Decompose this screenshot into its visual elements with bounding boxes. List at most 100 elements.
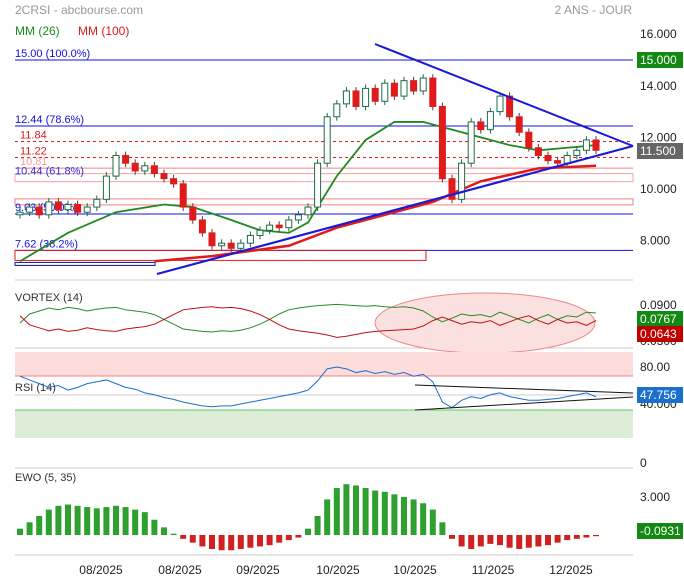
y-tick-label: 16.000 bbox=[640, 27, 677, 41]
ewo-bar bbox=[45, 509, 52, 535]
ewo-bar bbox=[420, 503, 427, 535]
ewo-bar bbox=[314, 515, 321, 535]
ewo-bar bbox=[458, 535, 465, 547]
candle-body bbox=[515, 116, 523, 133]
chart-container: 2CRSI - abcbourse.com 2 ANS - JOUR MM (2… bbox=[0, 0, 684, 580]
high-badge: 15.000 bbox=[640, 53, 677, 67]
ewo-bar bbox=[228, 535, 235, 551]
ewo-bar bbox=[545, 535, 551, 546]
candle-body bbox=[294, 214, 302, 221]
ewo-bar bbox=[353, 485, 359, 535]
ewo-bar bbox=[180, 535, 187, 539]
ewo-bar bbox=[305, 528, 311, 535]
y-tick-label: 14.000 bbox=[640, 79, 677, 93]
candle-body bbox=[16, 211, 24, 216]
candle-body bbox=[141, 165, 149, 172]
legend-ma100: MM (100) bbox=[78, 24, 129, 38]
candle-body bbox=[429, 77, 437, 107]
ewo-bar bbox=[372, 490, 379, 535]
ewo-bar bbox=[554, 535, 561, 543]
ewo-bar bbox=[55, 505, 62, 535]
ewo-bar bbox=[429, 509, 436, 535]
candle-body bbox=[102, 175, 110, 200]
ewo-bar bbox=[122, 507, 129, 535]
candle-body bbox=[534, 147, 542, 156]
trendline-lower bbox=[156, 144, 634, 276]
chart-svg: 2CRSI - abcbourse.com 2 ANS - JOUR MM (2… bbox=[14, 3, 683, 577]
ewo-bar bbox=[295, 535, 302, 538]
ewo-bar bbox=[333, 488, 340, 535]
x-tick-label: 08/2025 bbox=[79, 563, 123, 577]
candle-body bbox=[352, 90, 360, 107]
x-tick-label: 11/2025 bbox=[472, 563, 515, 577]
candle-body bbox=[83, 206, 91, 213]
candle-body bbox=[573, 149, 581, 156]
last-price-badge: 11.500 bbox=[640, 144, 676, 158]
ewo-bar bbox=[506, 535, 513, 548]
ewo-bar bbox=[525, 535, 532, 548]
candle-body bbox=[525, 131, 533, 149]
ewo-bar bbox=[103, 507, 110, 535]
ewo-bar bbox=[324, 499, 331, 535]
ewo-bar bbox=[391, 494, 398, 535]
y-tick-label: 10.000 bbox=[640, 182, 677, 196]
vortex-title: VORTEX (14) bbox=[15, 292, 83, 304]
ewo-bar bbox=[401, 496, 407, 535]
candle-body bbox=[170, 178, 178, 185]
candle-body bbox=[371, 87, 379, 102]
candle-body bbox=[438, 105, 446, 180]
ewo-bar bbox=[487, 535, 494, 544]
chart-title: 2CRSI - abcbourse.com bbox=[15, 3, 143, 17]
ewo-bar bbox=[535, 535, 542, 547]
level-label: 10.44 (61.8%) bbox=[15, 166, 84, 178]
candle-body bbox=[131, 162, 139, 172]
level-label: 12.44 (78.6%) bbox=[15, 114, 84, 126]
candle-body bbox=[93, 198, 101, 208]
ewo-bar bbox=[74, 505, 81, 535]
x-tick-label: 09/2025 bbox=[236, 563, 280, 577]
period-label: 2 ANS - JOUR bbox=[555, 3, 633, 17]
level-label: 11.84 bbox=[20, 130, 47, 142]
candle-body bbox=[486, 111, 494, 131]
x-tick-label: 10/2025 bbox=[316, 563, 360, 577]
ewo-bar bbox=[516, 535, 523, 549]
ewo-bar bbox=[285, 535, 292, 541]
ewo-bar bbox=[247, 535, 254, 548]
candle-body bbox=[506, 95, 514, 118]
candle-body bbox=[582, 139, 590, 151]
candle-body bbox=[112, 154, 120, 177]
candle-body bbox=[323, 116, 331, 164]
candle-body bbox=[362, 87, 370, 107]
candle-body bbox=[458, 162, 466, 200]
ma100-line bbox=[154, 164, 597, 263]
ewo-bar bbox=[583, 535, 590, 538]
ewo-bar bbox=[257, 535, 263, 547]
ewo-bar bbox=[151, 519, 158, 535]
vortex-highlight-ellipse bbox=[374, 292, 596, 354]
ewo-bar bbox=[199, 535, 206, 547]
ewo-bar bbox=[170, 533, 177, 535]
ewo-bar bbox=[132, 509, 139, 535]
candle-body bbox=[467, 121, 475, 164]
x-tick-label: 10/2025 bbox=[393, 563, 437, 577]
candle-body bbox=[592, 139, 600, 151]
candle-body bbox=[285, 219, 293, 229]
ewo-bar bbox=[141, 512, 148, 535]
ewo-bar bbox=[362, 488, 369, 535]
ewo-bar bbox=[564, 535, 571, 541]
ewo-bar bbox=[497, 535, 503, 546]
x-tick-label: 08/2025 bbox=[158, 563, 202, 577]
ewo-bar bbox=[381, 491, 388, 535]
candle-body bbox=[314, 162, 322, 208]
rsi-tick-label: 0 bbox=[640, 456, 647, 470]
rsi-tick-label: 80.00 bbox=[640, 360, 670, 374]
vortex-plus-badge: 0.0767 bbox=[640, 312, 677, 326]
zone-rect bbox=[14, 261, 156, 266]
level-label: 15.00 (100.0%) bbox=[15, 48, 90, 60]
y-tick-label: 8.000 bbox=[640, 234, 670, 248]
candle-body bbox=[333, 103, 341, 118]
candle-body bbox=[410, 80, 418, 92]
rsi-trendline-upper bbox=[414, 384, 634, 394]
ewo-bar bbox=[26, 522, 33, 535]
vortex-tick-label: 0.0900 bbox=[640, 298, 677, 312]
